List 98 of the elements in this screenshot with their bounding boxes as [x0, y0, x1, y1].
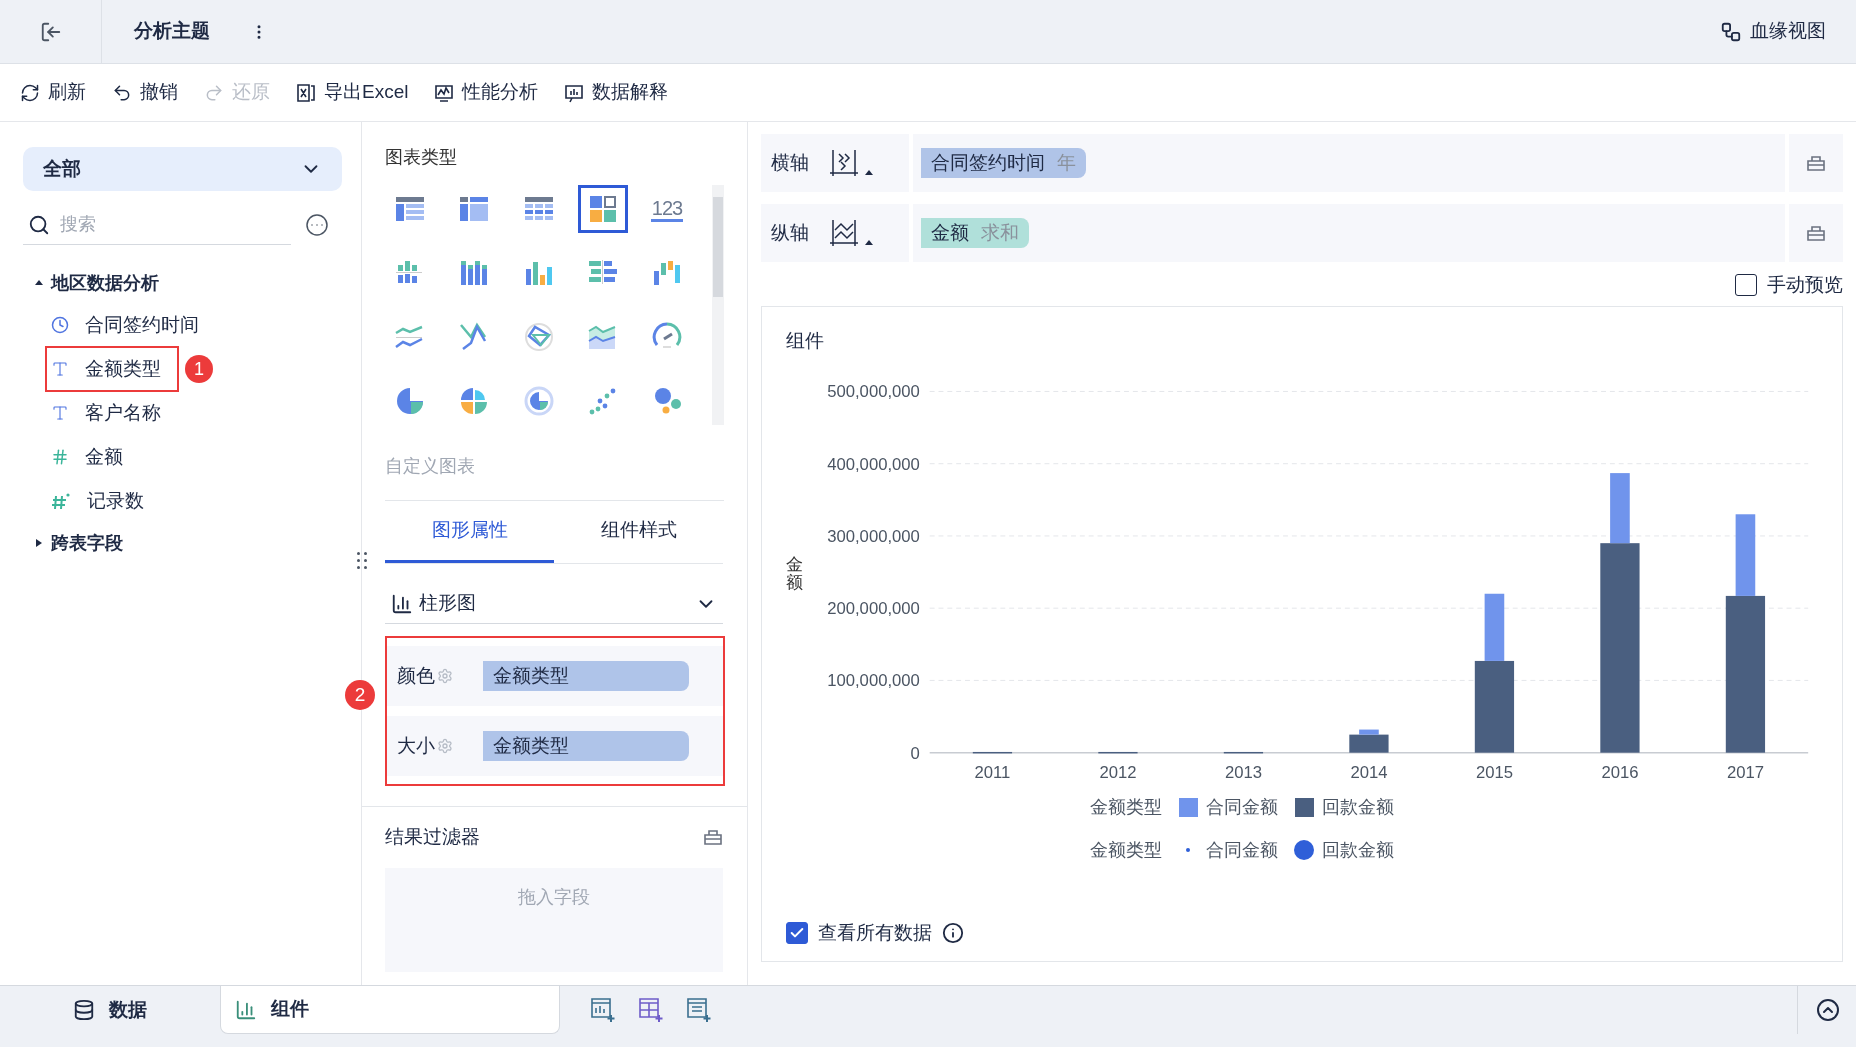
caret-icon [35, 539, 43, 547]
chart-type-option[interactable]: 123 [642, 185, 693, 233]
card-title: 组件 [786, 329, 825, 353]
checkbox[interactable] [786, 921, 808, 944]
tray-icon[interactable] [703, 828, 723, 847]
axis-drop-zone[interactable]: 金额 求和 [913, 204, 1785, 262]
excel-icon [296, 82, 316, 103]
chart-line-icon [434, 82, 455, 103]
search-field[interactable]: 搜索 [60, 211, 260, 238]
legend-label: 回款金额 [1322, 838, 1394, 862]
property-label: 大小 [397, 733, 436, 758]
field-item[interactable]: 合同签约时间 [45, 302, 217, 348]
y-tick-label: 0 [910, 743, 920, 763]
axis-row-header: 横轴 [761, 134, 909, 192]
x-tick-label: 2012 [1099, 762, 1137, 782]
axis-title: 金额 [786, 555, 803, 593]
exit-icon [39, 20, 62, 43]
ring-chart-icon [522, 385, 555, 417]
pie-chart-icon [394, 385, 426, 417]
x-tick-label: 2013 [1224, 762, 1262, 782]
caret-icon [865, 169, 873, 177]
bar-chart-icon [564, 82, 585, 103]
refresh-icon [20, 82, 40, 103]
scope-dropdown[interactable]: 全部 [23, 147, 342, 191]
section-title: 图表类型 [385, 146, 458, 169]
legend-label: 回款金额 [1322, 795, 1394, 819]
page-title: 分析主题 [134, 19, 210, 44]
toolbar-button[interactable]: 撤销 [112, 78, 178, 107]
checkbox[interactable] [1735, 274, 1757, 296]
checkbox-label: 手动预览 [1767, 272, 1843, 297]
property-tab[interactable]: 图形属性 [385, 501, 554, 563]
y-tick-label: 200,000,000 [827, 598, 920, 618]
property-label: 颜色 [397, 663, 436, 688]
field-chip[interactable]: 金额类型 [483, 661, 689, 691]
legend-label: 合同金额 [1206, 838, 1278, 862]
add-chart-icon[interactable] [590, 997, 616, 1023]
legend-title: 金额类型 [1090, 838, 1162, 862]
add-table-icon[interactable] [686, 997, 712, 1023]
toolbar-button[interactable]: 性能分析 [434, 78, 539, 107]
field-item[interactable]: 客户名称 [45, 390, 179, 436]
field-chip[interactable]: 合同签约时间 年 [921, 148, 1086, 178]
field-chip[interactable]: 金额类型 [483, 731, 689, 761]
field-item[interactable]: 金额类型 [45, 346, 179, 392]
chart-kind-selector[interactable]: 柱形图 [391, 589, 476, 618]
y-tick-label: 100,000,000 [827, 670, 920, 690]
tray-icon[interactable] [1806, 224, 1826, 242]
step-badge: 2 [345, 680, 375, 710]
step-badge: 1 [185, 355, 213, 383]
clock-icon [51, 316, 69, 334]
toolbar-button[interactable]: 导出Excel [296, 78, 409, 107]
chart-icon [235, 998, 257, 1021]
legend-title: 金额类型 [1090, 795, 1162, 819]
lineage-icon [1720, 20, 1742, 43]
y-tick-label: 400,000,000 [827, 454, 920, 474]
text-icon [51, 360, 69, 378]
more-icon[interactable] [305, 213, 329, 237]
bottom-tab[interactable]: 数据 [0, 986, 220, 1034]
database-icon [73, 999, 95, 1021]
drag-handle[interactable] [357, 552, 367, 569]
add-layout-icon[interactable] [638, 997, 664, 1023]
property-tab[interactable]: 组件样式 [554, 501, 723, 563]
group-header[interactable]: 地区数据分析 [23, 263, 338, 303]
caret-icon [865, 239, 873, 247]
scrollbar[interactable] [712, 185, 724, 425]
tray-icon[interactable] [1806, 154, 1826, 172]
x-tick-label: 2015 [1475, 762, 1513, 782]
text-icon [51, 404, 69, 422]
y-tick-label: 300,000,000 [827, 526, 920, 546]
checkbox-label: 查看所有数据 [818, 920, 932, 945]
field-chip[interactable]: 金额 求和 [921, 218, 1029, 248]
axis-row-header: 纵轴 [761, 204, 909, 262]
section-title: 结果过滤器 [385, 825, 480, 849]
x-tick-label: 2017 [1726, 762, 1764, 782]
hash-icon [51, 448, 69, 466]
hash-icon [51, 492, 71, 510]
bottom-tab[interactable]: 组件 [220, 986, 560, 1034]
y-tick-label: 500,000,000 [827, 381, 920, 401]
axis-icon[interactable] [829, 149, 859, 177]
x-tick-label: 2016 [1601, 762, 1639, 782]
legend-label: 合同金额 [1206, 795, 1278, 819]
caret-icon [35, 279, 43, 287]
radar-icon [522, 321, 555, 353]
lineage-button[interactable]: 血缘视图 [1720, 17, 1826, 46]
group-header[interactable]: 跨表字段 [23, 523, 338, 563]
info-icon[interactable] [942, 921, 964, 944]
toolbar-button[interactable]: 数据解释 [564, 78, 669, 107]
field-item[interactable]: 金额 [45, 434, 141, 480]
collapse-icon[interactable] [1816, 998, 1840, 1022]
x-tick-label: 2014 [1350, 762, 1388, 782]
section-title: 自定义图表 [385, 455, 476, 478]
field-item[interactable]: 记录数 [45, 478, 162, 524]
chart-type-option[interactable] [577, 185, 628, 233]
axis-icon[interactable] [829, 219, 859, 247]
search-icon [28, 213, 50, 236]
axis-drop-zone[interactable]: 合同签约时间 年 [913, 134, 1785, 192]
x-tick-label: 2011 [974, 762, 1011, 782]
bar-chart-icon [391, 592, 413, 615]
toolbar-button[interactable]: 刷新 [20, 78, 86, 107]
